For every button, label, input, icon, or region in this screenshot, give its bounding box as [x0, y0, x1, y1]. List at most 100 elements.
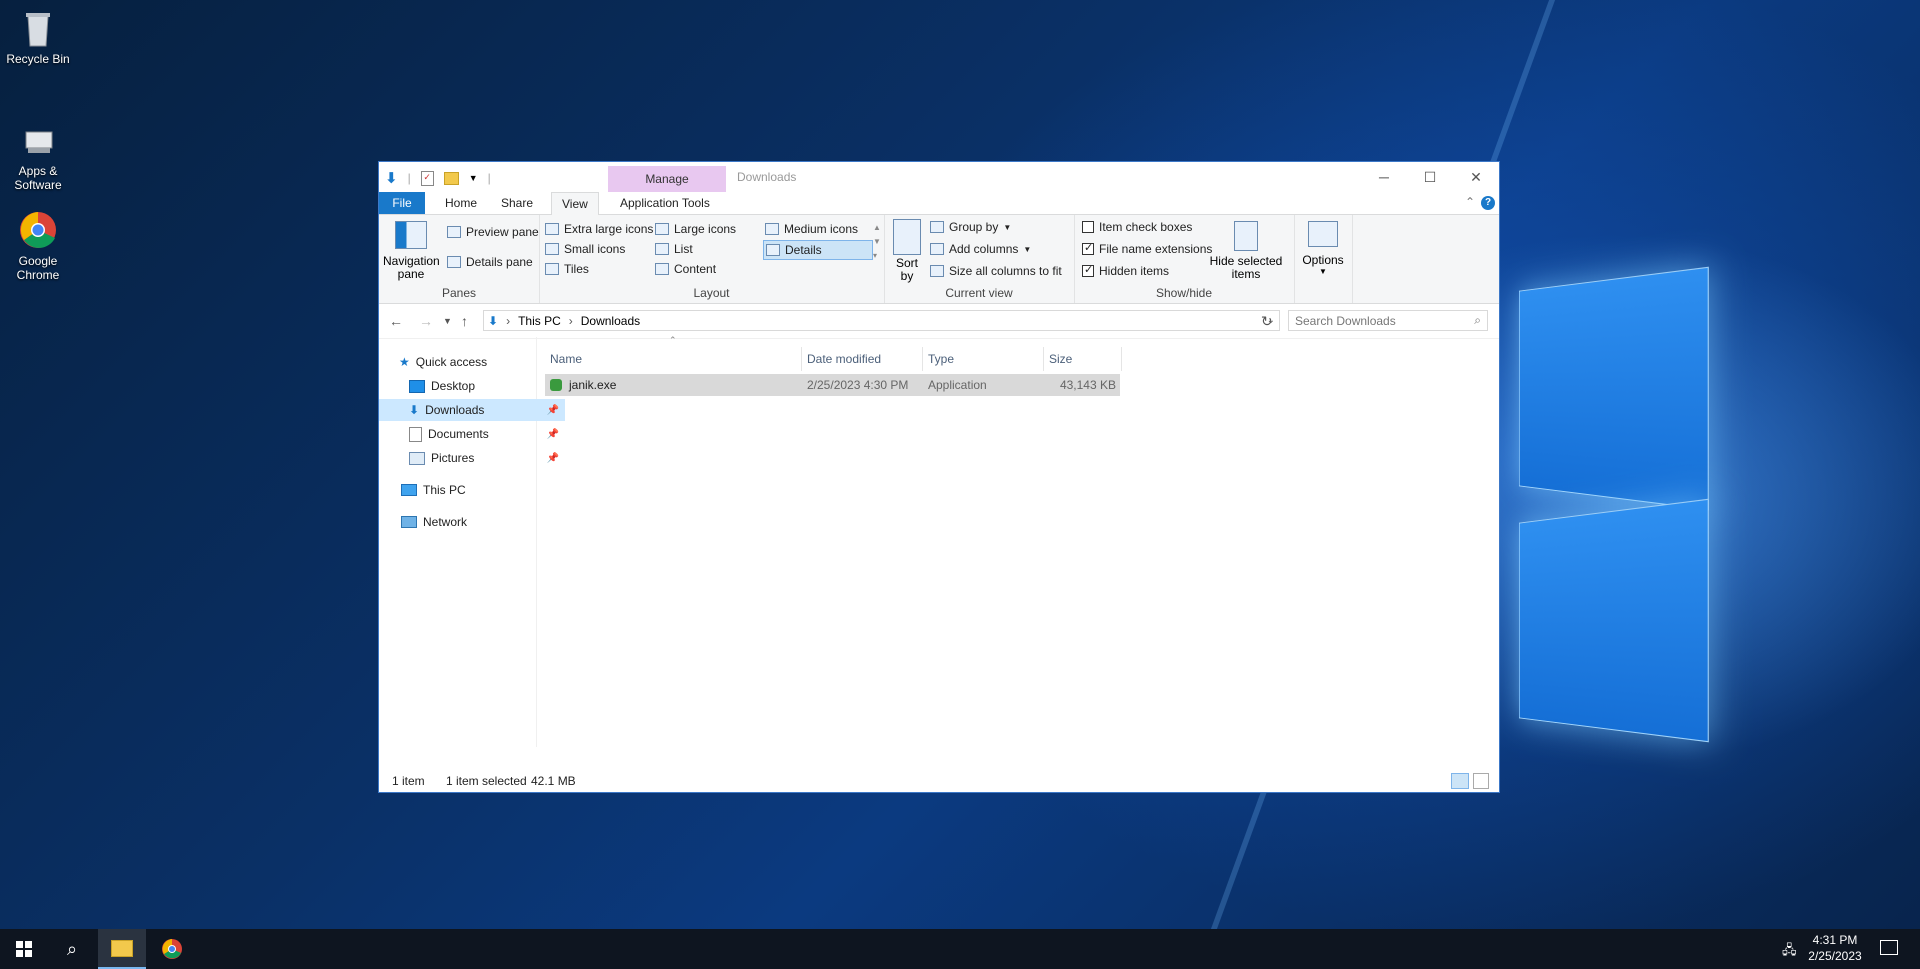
- windows-start-icon: [16, 941, 32, 957]
- ribbon-group-options: Options ▼: [1294, 215, 1353, 303]
- downloads-arrow-icon: ⬇: [488, 313, 499, 328]
- layout-extra-large-icons[interactable]: Extra large icons: [545, 222, 653, 236]
- group-by-button[interactable]: Group by ▼: [930, 220, 1011, 234]
- layout-medium-icons[interactable]: Medium icons: [765, 222, 858, 236]
- sort-by-button[interactable]: Sort by: [890, 219, 924, 283]
- navigation-pane-button[interactable]: Navigation pane: [383, 221, 440, 281]
- search-input[interactable]: Search Downloads ⌕: [1288, 310, 1488, 331]
- star-icon: ★: [399, 355, 410, 369]
- layout-details[interactable]: Details: [763, 240, 873, 260]
- list-icon: [655, 243, 669, 255]
- help-icon[interactable]: ?: [1481, 196, 1495, 210]
- notifications-icon[interactable]: [1880, 940, 1898, 955]
- manage-context-tab[interactable]: Manage: [608, 166, 726, 192]
- nav-label: Pictures: [431, 451, 475, 465]
- downloads-arrow-icon: ⬇: [409, 403, 420, 417]
- file-name-extensions-toggle[interactable]: File name extensions: [1082, 241, 1212, 256]
- column-header-type[interactable]: Type: [923, 347, 1044, 371]
- column-header-date-modified[interactable]: Date modified: [802, 347, 923, 371]
- add-columns-button[interactable]: Add columns ▼: [930, 242, 1031, 256]
- sort-ascending-icon: ⌃: [669, 335, 677, 345]
- add-columns-label: Add columns: [949, 242, 1019, 256]
- layout-tiles[interactable]: Tiles: [545, 262, 589, 276]
- breadcrumb-this-pc[interactable]: This PC: [518, 314, 561, 328]
- table-row[interactable]: janik.exe 2/25/2023 4:30 PM Application …: [545, 374, 1120, 396]
- breadcrumb-downloads[interactable]: Downloads: [581, 314, 640, 328]
- details-view-icon[interactable]: [1451, 773, 1469, 789]
- recent-locations-icon[interactable]: ▼: [443, 316, 452, 326]
- clock[interactable]: 4:31 PM 2/25/2023: [1800, 932, 1870, 964]
- chevron-down-icon: ▼: [1319, 267, 1327, 276]
- navigation-pane-icon: [395, 221, 427, 249]
- desktop-icon-google-chrome[interactable]: Google Chrome: [0, 210, 76, 282]
- item-check-boxes-toggle[interactable]: Item check boxes: [1082, 220, 1192, 234]
- tab-view[interactable]: View: [551, 192, 599, 216]
- small-icons-icon: [545, 243, 559, 255]
- maximize-button[interactable]: ☐: [1407, 162, 1453, 192]
- search-icon: ⌕: [66, 938, 78, 959]
- properties-icon[interactable]: ✓: [420, 170, 434, 186]
- taskbar-file-explorer[interactable]: [98, 929, 146, 969]
- nav-item-pictures[interactable]: Pictures 📌: [379, 447, 565, 469]
- file-explorer-window: ⬇ | ✓ ▼ | Manage Downloads ─ ☐ ✕ File Ho…: [378, 161, 1500, 793]
- desktop-icon-apps-software[interactable]: Apps & Software: [0, 120, 76, 192]
- layout-list[interactable]: List: [655, 242, 693, 256]
- nav-item-desktop[interactable]: Desktop 📌: [379, 375, 565, 397]
- search-button[interactable]: ⌕: [48, 929, 96, 969]
- column-header-name[interactable]: Name: [545, 347, 802, 371]
- checkbox[interactable]: [1082, 241, 1094, 255]
- new-folder-icon[interactable]: [443, 171, 459, 185]
- nav-this-pc[interactable]: This PC: [379, 479, 557, 501]
- checkbox[interactable]: [1082, 221, 1094, 233]
- details-pane-button[interactable]: Details pane: [447, 255, 533, 269]
- refresh-button[interactable]: ↻: [1261, 313, 1273, 330]
- layout-label: Content: [674, 262, 717, 276]
- column-header-size[interactable]: Size: [1044, 347, 1122, 371]
- nav-network[interactable]: Network: [379, 511, 557, 533]
- file-list: ⌃ Name Date modified Type Size janik.exe…: [545, 335, 1495, 747]
- nav-item-documents[interactable]: Documents 📌: [379, 423, 565, 445]
- tab-share[interactable]: Share: [491, 192, 543, 214]
- up-button[interactable]: ↑: [461, 313, 468, 329]
- hidden-items-toggle[interactable]: Hidden items: [1082, 263, 1170, 278]
- separator: |: [407, 171, 411, 185]
- start-button[interactable]: [0, 929, 48, 969]
- ribbon-group-current-view: Sort by Group by ▼ Add columns ▼ Size all …: [884, 215, 1075, 303]
- layout-gallery-scroll[interactable]: ▲ ▼ ▾: [873, 221, 881, 263]
- size-all-label: Size all columns to fit: [949, 264, 1062, 278]
- checkbox[interactable]: [1082, 263, 1094, 277]
- layout-content[interactable]: Content: [655, 262, 716, 276]
- breadcrumb-separator: ›: [506, 313, 511, 328]
- nav-item-downloads[interactable]: ⬇ Downloads 📌: [379, 399, 565, 421]
- tab-application-tools[interactable]: Application Tools: [610, 192, 720, 214]
- taskbar-chrome[interactable]: [148, 929, 196, 969]
- nav-quick-access[interactable]: ★ Quick access: [379, 351, 555, 373]
- hide-selected-items-button[interactable]: Hide selected items: [1208, 221, 1284, 281]
- forward-button[interactable]: →: [419, 313, 433, 329]
- nav-label: This PC: [423, 483, 466, 497]
- desktop-icon-recycle-bin[interactable]: Recycle Bin: [0, 8, 76, 66]
- file-type: Application: [928, 378, 987, 392]
- layout-small-icons[interactable]: Small icons: [545, 242, 625, 256]
- collapse-ribbon-icon[interactable]: ⌃: [1465, 195, 1475, 209]
- customize-qat-icon[interactable]: ▼: [469, 173, 478, 183]
- large-icons-view-icon[interactable]: [1473, 773, 1489, 789]
- group-label-show-hide: Show/hide: [1155, 286, 1213, 300]
- network-status-icon[interactable]: 🖧: [1782, 941, 1797, 963]
- preview-pane-button[interactable]: Preview pane: [447, 225, 539, 239]
- back-button[interactable]: ←: [389, 313, 403, 329]
- size-all-columns-button[interactable]: Size all columns to fit: [930, 264, 1062, 278]
- details-icon: [766, 244, 780, 256]
- tab-home[interactable]: Home: [435, 192, 487, 214]
- close-button[interactable]: ✕: [1453, 162, 1499, 192]
- pictures-icon: [409, 451, 425, 465]
- address-bar[interactable]: ⬇ › This PC › Downloads ⌄: [483, 310, 1280, 331]
- desktop-icon-label: Apps & Software: [14, 164, 62, 192]
- checkbox-label: Hidden items: [1099, 264, 1170, 278]
- layout-large-icons[interactable]: Large icons: [655, 222, 736, 236]
- search-placeholder: Search Downloads: [1295, 314, 1396, 328]
- tab-file[interactable]: File: [379, 192, 425, 214]
- options-button[interactable]: Options ▼: [1298, 221, 1348, 276]
- minimize-button[interactable]: ─: [1361, 162, 1407, 192]
- clock-time: 4:31 PM: [1812, 933, 1858, 947]
